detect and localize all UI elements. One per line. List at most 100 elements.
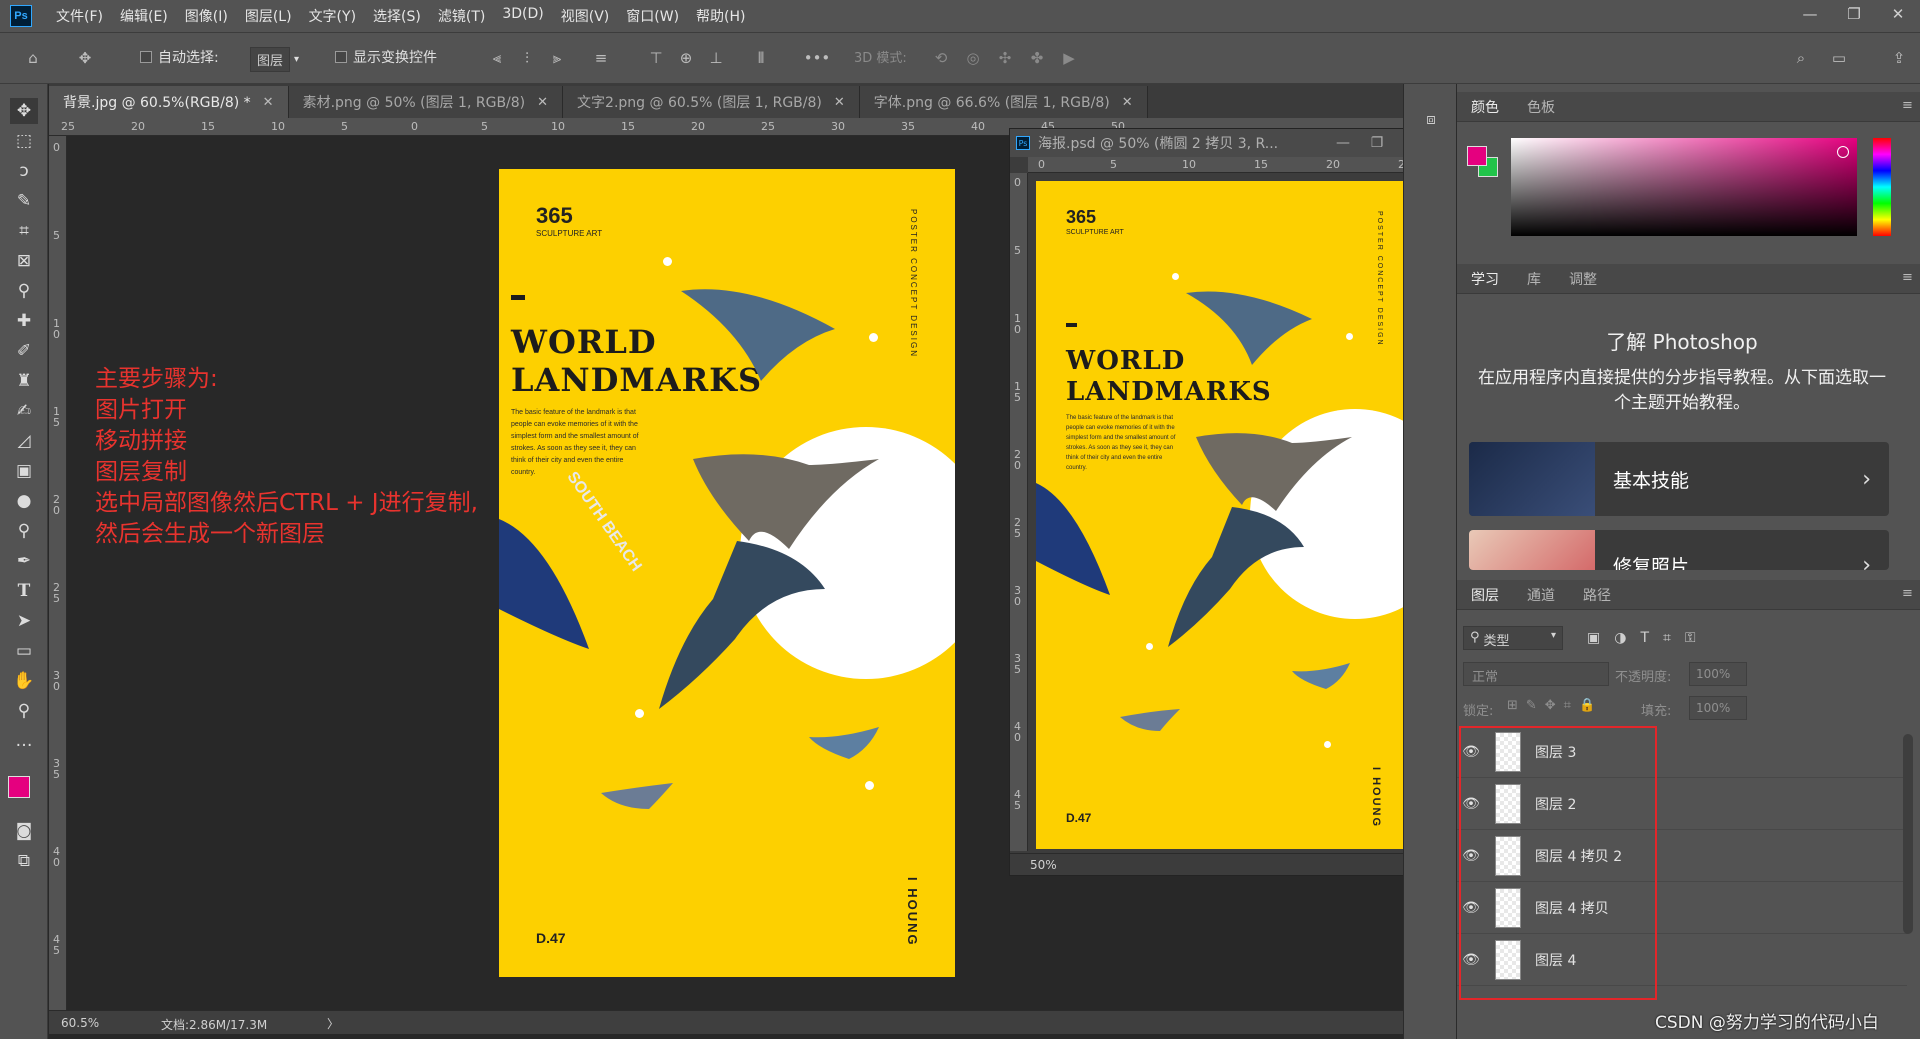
- menu-item[interactable]: 文字(Y): [309, 6, 356, 26]
- eyedropper-icon[interactable]: ⚲: [10, 278, 38, 304]
- frame-tool-icon[interactable]: ⊠: [10, 248, 38, 274]
- distribute-icon[interactable]: ≡: [590, 47, 612, 69]
- 3d-slide-icon[interactable]: ✤: [1026, 47, 1048, 69]
- panel-tab[interactable]: 调整: [1555, 269, 1611, 289]
- gradient-icon[interactable]: ▣: [10, 458, 38, 484]
- panel-tab[interactable]: 颜色: [1457, 97, 1513, 117]
- lock-icons[interactable]: ⊞✎✥⌗🔒: [1507, 698, 1603, 713]
- panel-menu-icon[interactable]: ≡: [1902, 98, 1913, 113]
- eraser-icon[interactable]: ◿: [10, 428, 38, 454]
- align-right-icon[interactable]: ⫸: [546, 47, 568, 69]
- menu-item[interactable]: 编辑(E): [120, 6, 168, 26]
- menu-item[interactable]: 帮助(H): [696, 6, 745, 26]
- fill-input[interactable]: 100%: [1689, 696, 1747, 720]
- color-field[interactable]: [1511, 138, 1857, 236]
- panel-tab[interactable]: 图层: [1457, 585, 1513, 605]
- menu-item[interactable]: 3D(D): [502, 6, 543, 26]
- align-top-icon[interactable]: ⊤: [645, 47, 667, 69]
- crop-tool-icon[interactable]: ⌗: [10, 218, 38, 244]
- opacity-input[interactable]: 100%: [1689, 662, 1747, 686]
- learn-card-basic[interactable]: 基本技能 ›: [1469, 442, 1889, 516]
- 3d-pan-icon[interactable]: ✣: [994, 47, 1016, 69]
- close-tab-icon[interactable]: ✕: [834, 95, 845, 110]
- color-picker-handle[interactable]: [1837, 146, 1849, 158]
- screen-mode-icon[interactable]: ⧉: [10, 848, 38, 874]
- learn-card-repair[interactable]: 修复照片 ›: [1469, 530, 1889, 570]
- panel-menu-icon[interactable]: ≡: [1902, 270, 1913, 285]
- align-bottom-icon[interactable]: ⊥: [705, 47, 727, 69]
- more-tools-icon[interactable]: …: [10, 728, 38, 754]
- history-panel-icon[interactable]: ⧈: [1420, 110, 1442, 132]
- panel-tab[interactable]: 路径: [1569, 585, 1625, 605]
- layer-filter-icons[interactable]: ▣◑T⌗⚿: [1587, 630, 1710, 646]
- healing-brush-icon[interactable]: ✚: [10, 308, 38, 334]
- panel-tab[interactable]: 色板: [1513, 97, 1569, 117]
- document-tab[interactable]: 素材.png @ 50% (图层 1, RGB/8) ✕: [288, 86, 564, 118]
- minimize-icon[interactable]: —: [1788, 0, 1832, 28]
- align-center-icon[interactable]: ⫶: [516, 47, 538, 69]
- close-icon[interactable]: ✕: [1876, 0, 1920, 28]
- auto-select-dropdown[interactable]: 图层: [250, 47, 291, 72]
- document-tab[interactable]: 背景.jpg @ 60.5%(RGB/8) * ✕: [49, 86, 289, 118]
- minimize-icon[interactable]: —: [1326, 135, 1360, 151]
- menu-item[interactable]: 图层(L): [245, 6, 292, 26]
- path-select-icon[interactable]: ➤: [10, 608, 38, 634]
- menu-item[interactable]: 窗口(W): [626, 6, 679, 26]
- search-icon[interactable]: ⌕: [1790, 47, 1812, 69]
- history-brush-icon[interactable]: ✍: [10, 398, 38, 424]
- 3d-roll-icon[interactable]: ◎: [962, 47, 984, 69]
- quick-select-icon[interactable]: ✎: [10, 188, 38, 214]
- document-tab[interactable]: 文字2.png @ 60.5% (图层 1, RGB/8) ✕: [563, 86, 860, 118]
- menu-item[interactable]: 视图(V): [561, 6, 610, 26]
- blend-mode-dropdown[interactable]: 正常: [1463, 662, 1609, 686]
- close-tab-icon[interactable]: ✕: [537, 95, 548, 110]
- float-titlebar[interactable]: Ps 海报.psd @ 50% (椭圆 2 拷贝 3, R... — ❐ ✕: [1010, 129, 1434, 157]
- menu-item[interactable]: 滤镜(T): [438, 6, 485, 26]
- brush-tool-icon[interactable]: ✐: [10, 338, 38, 364]
- move-tool-icon[interactable]: ✥: [10, 98, 38, 124]
- panel-tab[interactable]: 库: [1513, 269, 1555, 289]
- pen-tool-icon[interactable]: ✒: [10, 548, 38, 574]
- lasso-tool-icon[interactable]: ↄ: [10, 158, 38, 184]
- quick-mask-icon[interactable]: ◙: [10, 818, 38, 844]
- more-icon[interactable]: •••: [804, 47, 831, 69]
- 3d-orbit-icon[interactable]: ⟲: [930, 47, 952, 69]
- rectangle-tool-icon[interactable]: ▭: [10, 638, 38, 664]
- menu-item[interactable]: 选择(S): [373, 6, 421, 26]
- fg-color-swatch[interactable]: [1467, 146, 1487, 166]
- type-tool-icon[interactable]: T: [10, 578, 38, 604]
- panel-tab[interactable]: 通道: [1513, 585, 1569, 605]
- panel-tab[interactable]: 学习: [1457, 269, 1513, 289]
- distribute-v-icon[interactable]: ⦀: [750, 47, 772, 69]
- close-tab-icon[interactable]: ✕: [1122, 95, 1133, 110]
- stamp-tool-icon[interactable]: ♜: [10, 368, 38, 394]
- hue-slider[interactable]: [1873, 138, 1891, 236]
- panel-menu-icon[interactable]: ≡: [1902, 586, 1913, 601]
- layers-scrollbar[interactable]: [1903, 734, 1913, 934]
- dodge-icon[interactable]: ⚲: [10, 518, 38, 544]
- menu-item[interactable]: 文件(F): [56, 6, 103, 26]
- layer-filter-dropdown[interactable]: ⚲ 类型 ▾: [1463, 626, 1563, 650]
- zoom-tool-icon[interactable]: ⚲: [10, 698, 38, 724]
- document-tab[interactable]: 字体.png @ 66.6% (图层 1, RGB/8) ✕: [859, 86, 1148, 118]
- home-icon[interactable]: ⌂: [22, 47, 44, 69]
- status-menu-arrow[interactable]: 〉: [327, 1015, 339, 1032]
- align-middle-icon[interactable]: ⊕: [675, 47, 697, 69]
- floating-document-window[interactable]: Ps 海报.psd @ 50% (椭圆 2 拷贝 3, R... — ❐ ✕ 0…: [1009, 128, 1435, 876]
- align-left-icon[interactable]: ⫷: [486, 47, 508, 69]
- auto-select-checkbox[interactable]: 自动选择:: [140, 47, 219, 67]
- menu-item[interactable]: 图像(I): [185, 6, 228, 26]
- hand-tool-icon[interactable]: ✋: [10, 668, 38, 694]
- share-icon[interactable]: ⇪: [1888, 47, 1910, 69]
- move-tool-icon[interactable]: ✥: [74, 47, 96, 69]
- close-tab-icon[interactable]: ✕: [263, 95, 274, 110]
- restore-icon[interactable]: ❐: [1832, 0, 1876, 28]
- blur-icon[interactable]: ●: [10, 488, 38, 514]
- foreground-color-swatch[interactable]: [8, 776, 30, 798]
- restore-icon[interactable]: ❐: [1360, 135, 1394, 151]
- zoom-level[interactable]: 60.5%: [61, 1016, 99, 1030]
- show-transform-checkbox[interactable]: 显示变换控件: [335, 47, 437, 67]
- 3d-camera-icon[interactable]: ▶: [1058, 47, 1080, 69]
- marquee-tool-icon[interactable]: ⬚: [10, 128, 38, 154]
- workspace-icon[interactable]: ▭: [1828, 47, 1850, 69]
